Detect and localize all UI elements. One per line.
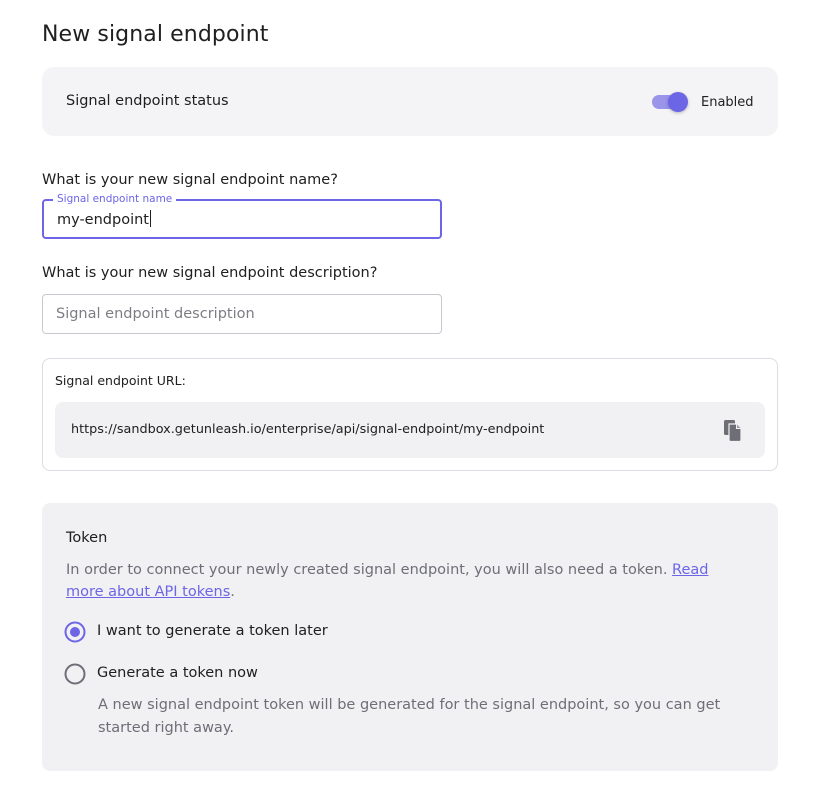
name-input-legend: Signal endpoint name [53, 192, 177, 206]
copy-url-button[interactable] [719, 416, 747, 444]
token-title: Token [66, 530, 108, 546]
name-input[interactable]: Signal endpoint name my-endpoint [42, 192, 442, 239]
token-card: Token In order to connect your newly cre… [42, 503, 778, 771]
name-input-value[interactable]: my-endpoint [57, 210, 151, 228]
radio-unchecked-icon [64, 663, 86, 685]
description-input[interactable] [43, 295, 441, 333]
token-description-end: . [230, 584, 235, 600]
page-title: New signal endpoint [42, 22, 269, 47]
status-toggle[interactable] [650, 90, 690, 114]
description-question: What is your new signal endpoint descrip… [42, 265, 378, 281]
status-toggle-label[interactable]: Enabled [701, 95, 754, 110]
name-question: What is your new signal endpoint name? [42, 172, 338, 188]
status-label: Signal endpoint status [66, 93, 229, 109]
text-caret [149, 210, 151, 227]
name-input-text: my-endpoint [57, 212, 149, 228]
copy-icon [724, 420, 742, 443]
url-label: Signal endpoint URL: [55, 373, 186, 388]
new-signal-endpoint-page: New signal endpoint Signal endpoint stat… [0, 0, 814, 806]
url-box: https://sandbox.getunleash.io/enterprise… [55, 402, 765, 458]
url-value: https://sandbox.getunleash.io/enterprise… [71, 422, 545, 437]
token-description: In order to connect your newly created s… [66, 559, 746, 603]
radio-generate-later-label: I want to generate a token later [97, 623, 328, 639]
token-description-text: In order to connect your newly created s… [66, 562, 668, 578]
toggle-thumb [668, 92, 688, 112]
description-field[interactable] [42, 294, 442, 334]
url-card: Signal endpoint URL: https://sandbox.get… [42, 358, 778, 471]
radio-generate-now-label: Generate a token now [97, 665, 258, 681]
radio-checked-icon [64, 621, 86, 643]
status-card: Signal endpoint status Enabled [42, 67, 778, 136]
generate-now-help-text: A new signal endpoint token will be gene… [98, 697, 721, 736]
